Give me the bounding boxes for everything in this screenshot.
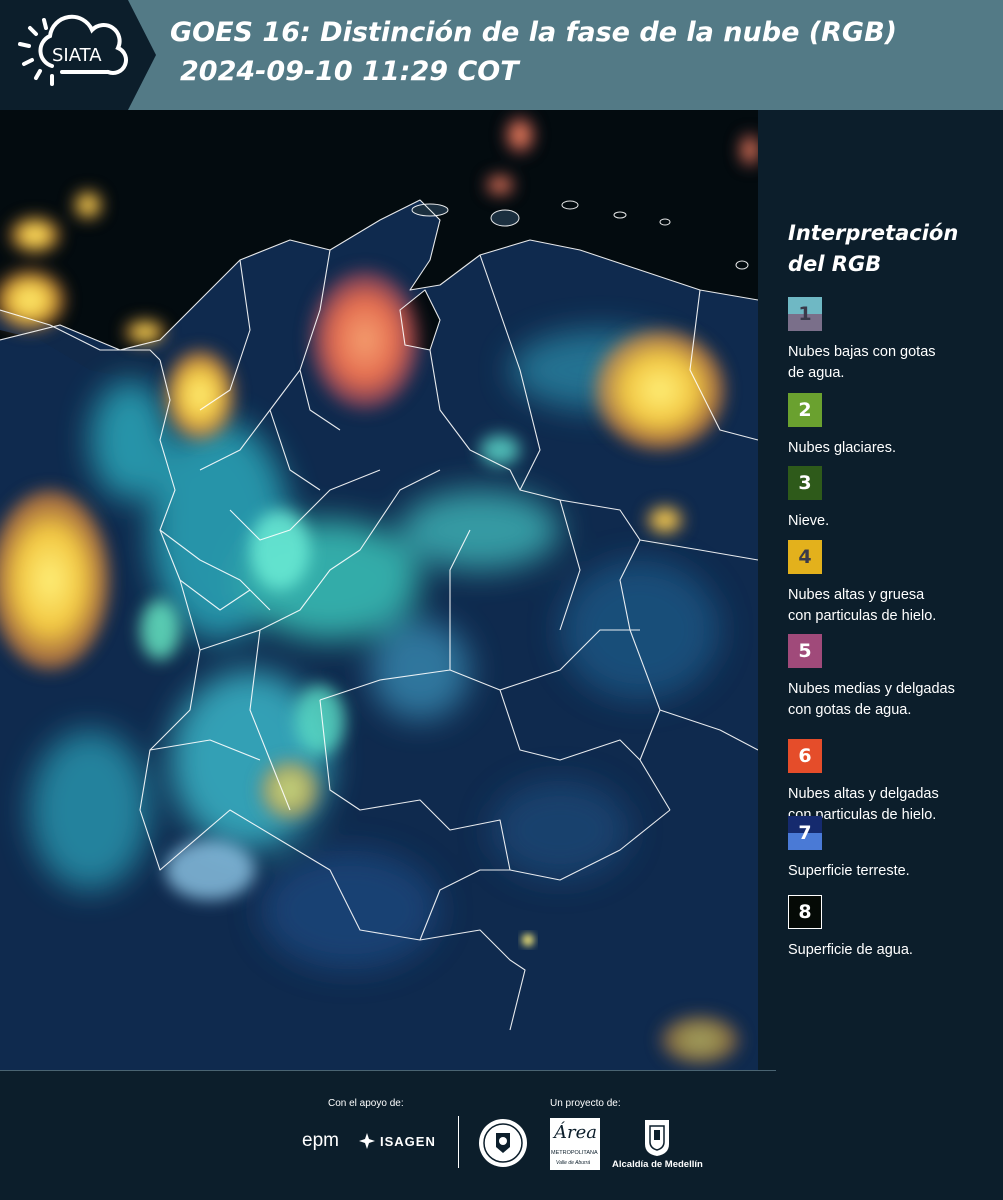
legend-label: Superficie terreste.	[788, 861, 1000, 882]
logo-text: SIATA	[52, 45, 102, 66]
legend-label-line1: Nieve.	[788, 513, 830, 529]
legend-label-line2: con gotas de agua.	[788, 702, 912, 718]
legend-swatch: 5	[788, 634, 822, 668]
isagen-icon	[359, 1133, 375, 1149]
legend-label-line1: Nubes altas y gruesa	[788, 587, 925, 603]
legend-number: 2	[798, 399, 812, 421]
legend-label-line1: Nubes bajas con gotas	[788, 344, 936, 360]
legend-panel: Interpretación del RGB 1 Nubes bajas con …	[758, 110, 1003, 1070]
project-caption: Un proyecto de:	[550, 1098, 621, 1109]
legend-number: 7	[798, 822, 812, 844]
legend-label-line2: de agua.	[788, 365, 845, 381]
legend-swatch: 1	[788, 297, 822, 331]
legend-number: 6	[798, 745, 812, 767]
legend-label: Nubes medias y delgadas con gotas de agua…	[788, 679, 1000, 721]
legend-label-line1: Nubes altas y delgadas	[788, 786, 939, 802]
legend-label: Nubes bajas con gotas de agua.	[788, 342, 1000, 384]
footer: Con el apoyo de: Un proyecto de: epm ISA…	[0, 1070, 1003, 1200]
amva-logo-caption: Valle de Aburrá	[556, 1160, 591, 1166]
legend-label: Superficie de agua.	[788, 940, 1000, 961]
legend-label: Nieve.	[788, 511, 1000, 532]
amva-logo: Área METROPOLITANA Valle de Aburrá	[550, 1118, 600, 1170]
support-caption: Con el apoyo de:	[328, 1098, 404, 1109]
medellin-crest-icon	[645, 1120, 669, 1156]
legend-swatch: 2	[788, 393, 822, 427]
legend-number: 8	[798, 901, 812, 923]
siata-logo: SIATA	[0, 0, 156, 110]
university-seal-icon	[479, 1119, 527, 1167]
legend-title-line2: del RGB	[788, 252, 882, 276]
legend-swatch: 8	[788, 895, 822, 929]
legend-label-line1: Nubes medias y delgadas	[788, 681, 955, 697]
legend-swatch: 7	[788, 816, 822, 850]
header-bar: SIATA GOES 16: Distinción de la fase de …	[0, 0, 1003, 110]
legend-label-line1: Superficie de agua.	[788, 942, 913, 958]
legend-swatch: 6	[788, 739, 822, 773]
footer-separator	[458, 1116, 459, 1168]
medellin-logo: Alcaldía de Medellín	[612, 1159, 703, 1170]
epm-logo: epm	[302, 1130, 339, 1151]
isagen-logo: ISAGEN	[380, 1134, 436, 1149]
amva-logo-text: Área	[554, 1122, 597, 1143]
amva-logo-subtext: METROPOLITANA	[551, 1150, 598, 1156]
legend-label-line1: Superficie terreste.	[788, 863, 910, 879]
legend-swatch: 3	[788, 466, 822, 500]
footer-divider-line	[0, 1070, 776, 1071]
legend-title: Interpretación del RGB	[788, 218, 988, 280]
legend-label-line1: Nubes glaciares.	[788, 440, 896, 456]
legend-number: 5	[798, 640, 812, 662]
page-title: GOES 16: Distinción de la fase de la nub…	[170, 17, 897, 48]
legend-label: Nubes altas y gruesa con particulas de hi…	[788, 585, 1000, 627]
legend-number: 3	[798, 472, 812, 494]
satellite-map	[0, 110, 758, 1070]
legend-swatch: 4	[788, 540, 822, 574]
legend-number: 4	[798, 546, 812, 568]
timestamp: 2024-09-10 11:29 COT	[180, 56, 519, 87]
legend-title-line1: Interpretación	[788, 221, 959, 245]
legend-label-line2: con particulas de hielo.	[788, 608, 937, 624]
legend-label: Nubes glaciares.	[788, 438, 1000, 459]
legend-number: 1	[798, 303, 812, 325]
